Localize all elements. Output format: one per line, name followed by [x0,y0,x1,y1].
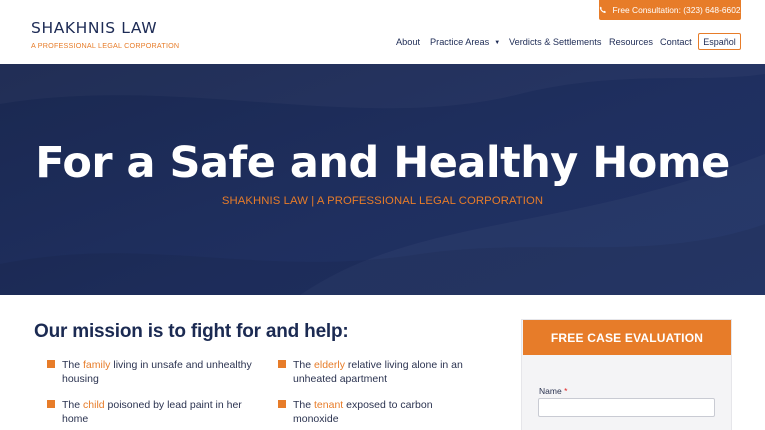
mission-item-highlight: family [83,359,111,371]
name-field-label: Name * [539,386,567,396]
hero-banner: For a Safe and Healthy Home SHAKHNIS LAW… [0,64,765,295]
logo-name: SHAKHNIS LAW [31,19,158,37]
mission-item-highlight: elderly [314,359,345,371]
mission-list-item: The elderly relative living alone in an … [278,358,468,386]
form-heading: FREE CASE EVALUATION [523,320,731,355]
square-bullet-icon [278,360,286,368]
next-field-label-cutoff [539,424,699,430]
nav-item-practice-areas[interactable]: Practice Areas ▼ [430,36,500,49]
square-bullet-icon [47,400,55,408]
nav-item-about[interactable]: About [396,36,420,48]
mission-item-highlight: child [83,399,105,411]
mission-list-item: The tenant exposed to carbon monoxide [278,398,453,426]
nav-item-practice-areas-label: Practice Areas [430,37,490,47]
mission-item-highlight: tenant [314,399,344,411]
free-consultation-label: Free Consultation: (323) 648-6602 [612,5,741,15]
name-label-text: Name [539,386,562,396]
phone-icon [600,6,607,14]
language-toggle-button[interactable]: Español [698,33,741,50]
mission-item-text: The [293,359,315,371]
nav-item-resources[interactable]: Resources [609,36,653,48]
free-consultation-button[interactable]: Free Consultation: (323) 648-6602 [599,0,741,20]
main-nav: About Practice Areas ▼ Verdicts & Settlem… [0,36,765,50]
mission-item-text: The [62,359,84,371]
mission-heading: Our mission is to fight for and help: [34,321,349,342]
required-mark: * [564,386,568,396]
mission-item-text: The [62,399,84,411]
nav-item-verdicts-settlements[interactable]: Verdicts & Settlements [509,36,601,48]
square-bullet-icon [278,400,286,408]
name-input[interactable] [538,398,715,417]
mission-list-item: The family living in unsafe and unhealth… [47,358,262,386]
hero-title: For a Safe and Healthy Home [35,138,730,188]
caret-down-icon: ▼ [494,40,501,46]
mission-list-item: The child poisoned by lead paint in her … [47,398,247,426]
square-bullet-icon [47,360,55,368]
site-header: SHAKHNIS LAW A PROFESSIONAL LEGAL CORPOR… [0,0,765,64]
nav-item-contact[interactable]: Contact [660,36,692,48]
hero-subtitle: SHAKHNIS LAW | A PROFESSIONAL LEGAL CORP… [221,195,544,207]
mission-item-text: The [293,399,315,411]
